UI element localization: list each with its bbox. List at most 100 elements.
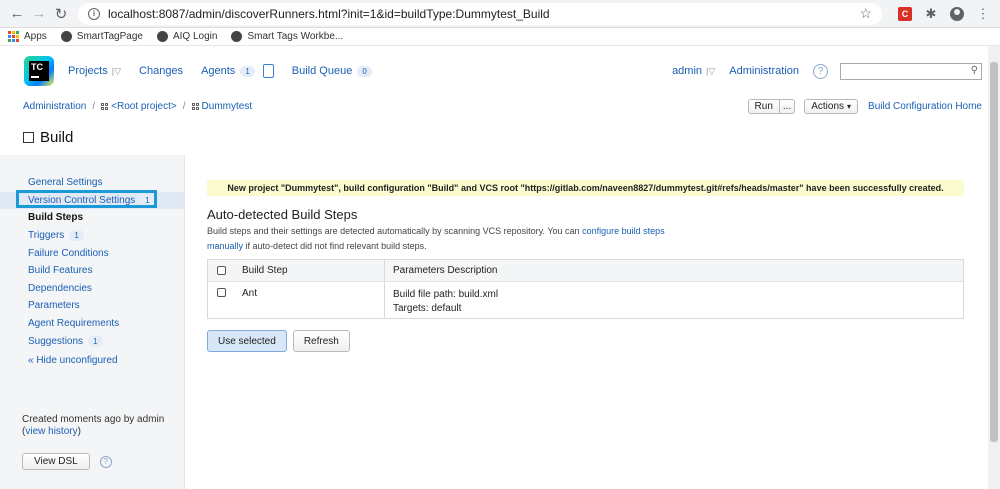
run-button[interactable]: Run <box>747 98 780 114</box>
form-actions: Use selected Refresh <box>207 330 964 352</box>
nav-changes[interactable]: Changes <box>139 65 183 77</box>
hide-unconfigured-link[interactable]: « Hide unconfigured <box>28 355 118 366</box>
bookmark-smart-tags[interactable]: Smart Tags Workbe... <box>231 31 343 42</box>
sidebar-item-agent-requirements[interactable]: Agent Requirements <box>0 315 184 333</box>
bookmark-apps[interactable]: Apps <box>8 31 47 42</box>
nav-build-queue[interactable]: Build Queue 0 <box>292 65 372 77</box>
globe-icon <box>60 31 72 42</box>
nav-projects-label: Projects <box>68 65 108 77</box>
sidebar-item-label: Suggestions <box>28 335 84 347</box>
breadcrumb-administration[interactable]: Administration <box>23 101 86 112</box>
sidebar-item-build-steps[interactable]: Build Steps <box>0 209 184 227</box>
user-name: admin <box>672 65 703 77</box>
user-menu[interactable]: admin |▽ <box>672 65 715 77</box>
sidebar-item-label: Build Steps <box>28 212 84 224</box>
use-selected-button[interactable]: Use selected <box>207 330 287 352</box>
menu-kebab-icon[interactable]: ⋮ <box>972 3 994 25</box>
success-alert: New project "Dummytest", build configura… <box>207 180 964 196</box>
sidebar-count-badge: 1 <box>88 335 103 347</box>
parameters-cell: Build file path: build.xml Targets: defa… <box>385 282 963 318</box>
address-bar[interactable]: i localhost:8087/admin/discoverRunners.h… <box>78 2 882 25</box>
sidebar-item-label: Version Control Settings <box>28 194 136 206</box>
logo-text: TC <box>31 62 43 72</box>
globe-icon <box>231 31 243 42</box>
select-all-checkbox[interactable] <box>216 266 226 275</box>
info-icon[interactable]: i <box>88 7 100 20</box>
scrollbar-thumb[interactable] <box>990 62 998 442</box>
breadcrumb: Administration / <Root project> / Dummyt… <box>23 101 252 112</box>
sidebar-item-label: Dependencies <box>28 282 92 294</box>
row-checkbox[interactable] <box>216 288 226 297</box>
search-input[interactable]: ⚲ <box>840 62 982 80</box>
extension-red-icon[interactable]: C <box>894 3 916 25</box>
bookmark-label: Apps <box>24 31 47 42</box>
row-select-cell <box>208 282 234 318</box>
nav-agents[interactable]: Agents 1 <box>201 64 274 78</box>
bookmark-smarttagpage[interactable]: SmartTagPage <box>60 31 143 42</box>
url-text[interactable]: localhost:8087/admin/discoverRunners.htm… <box>108 7 859 21</box>
desc-text: if auto-detect did not find relevant bui… <box>245 241 427 251</box>
top-nav: Projects |▽ Changes Agents 1 Build Queue… <box>68 64 390 78</box>
caret-down-icon: ▾ <box>847 101 852 111</box>
teamcity-logo[interactable]: TC <box>24 56 54 86</box>
settings-sidebar: General Settings Version Control Setting… <box>0 155 185 489</box>
breadcrumb-root-project[interactable]: <Root project> <box>111 101 177 112</box>
nav-administration[interactable]: Administration <box>729 65 799 77</box>
manually-link[interactable]: manually <box>207 241 243 251</box>
forward-icon[interactable]: → <box>28 3 50 25</box>
refresh-button[interactable]: Refresh <box>292 330 350 352</box>
column-header-build-step: Build Step <box>234 260 385 281</box>
page-title-text: Build <box>40 128 74 146</box>
run-button-group: Run ... <box>747 98 796 114</box>
view-history-link[interactable]: view history <box>25 426 77 437</box>
reload-icon[interactable]: ↻ <box>50 3 72 25</box>
bookmark-star-icon[interactable]: ☆ <box>859 5 872 22</box>
sidebar-item-label: General Settings <box>28 177 103 189</box>
sidebar-item-parameters[interactable]: Parameters <box>0 297 184 315</box>
build-queue-count-badge: 0 <box>357 65 372 77</box>
sidebar-item-failure-conditions[interactable]: Failure Conditions <box>0 244 184 262</box>
browser-toolbar: ← → ↻ i localhost:8087/admin/discoverRun… <box>0 0 1000 28</box>
breadcrumb-project[interactable]: Dummytest <box>202 101 253 112</box>
nav-agents-label: Agents <box>201 65 236 77</box>
configure-build-steps-link[interactable]: configure build steps <box>582 226 665 236</box>
puzzle-icon[interactable]: ✱ <box>920 3 942 25</box>
project-grid-icon <box>101 102 109 110</box>
globe-icon <box>156 31 168 42</box>
sidebar-item-dependencies[interactable]: Dependencies <box>0 280 184 298</box>
view-dsl-button[interactable]: View DSL <box>22 453 90 470</box>
main-content: New project "Dummytest", build configura… <box>185 155 1000 489</box>
agents-count-badge: 1 <box>240 65 255 77</box>
build-configuration-home-link[interactable]: Build Configuration Home <box>868 101 982 112</box>
run-custom-button[interactable]: ... <box>779 98 796 114</box>
back-icon[interactable]: ← <box>6 3 28 25</box>
build-step-cell: Ant <box>234 282 385 318</box>
search-icon[interactable]: ⚲ <box>971 65 978 76</box>
sidebar-item-label: Parameters <box>28 300 80 312</box>
help-icon[interactable]: ? <box>99 455 112 468</box>
help-icon[interactable]: ? <box>813 63 828 79</box>
sidebar-count-badge: 1 <box>69 230 84 242</box>
sidebar-item-label: Agent Requirements <box>28 318 120 330</box>
actions-dropdown[interactable]: Actions ▾ <box>804 98 859 114</box>
sidebar-item-suggestions[interactable]: Suggestions 1 <box>0 332 184 350</box>
sidebar-item-version-control-settings[interactable]: Version Control Settings 1 <box>0 191 184 210</box>
sidebar-item-label: Triggers <box>28 230 65 242</box>
chevron-down-icon[interactable]: |▽ <box>112 66 121 77</box>
breadcrumb-separator: / <box>92 100 96 112</box>
chevron-down-icon[interactable]: |▽ <box>706 66 715 77</box>
parameter-line: Targets: default <box>393 303 462 314</box>
build-steps-table: Build Step Parameters Description Ant Bu… <box>207 259 964 319</box>
sidebar-item-triggers[interactable]: Triggers 1 <box>0 227 184 245</box>
bookmark-aiq-login[interactable]: AIQ Login <box>156 31 217 42</box>
created-text: Created moments ago by admin <box>22 414 165 425</box>
column-header-parameters: Parameters Description <box>393 265 498 276</box>
bookmark-label: Smart Tags Workbe... <box>247 31 344 42</box>
profile-avatar-icon[interactable] <box>946 3 968 25</box>
page-scrollbar[interactable] <box>988 46 1000 489</box>
nav-projects[interactable]: Projects |▽ <box>68 65 121 77</box>
agent-icon <box>262 64 274 78</box>
sidebar-item-build-features[interactable]: Build Features <box>0 262 184 280</box>
page-title: Build <box>0 116 1000 150</box>
sidebar-item-general-settings[interactable]: General Settings <box>0 174 184 192</box>
